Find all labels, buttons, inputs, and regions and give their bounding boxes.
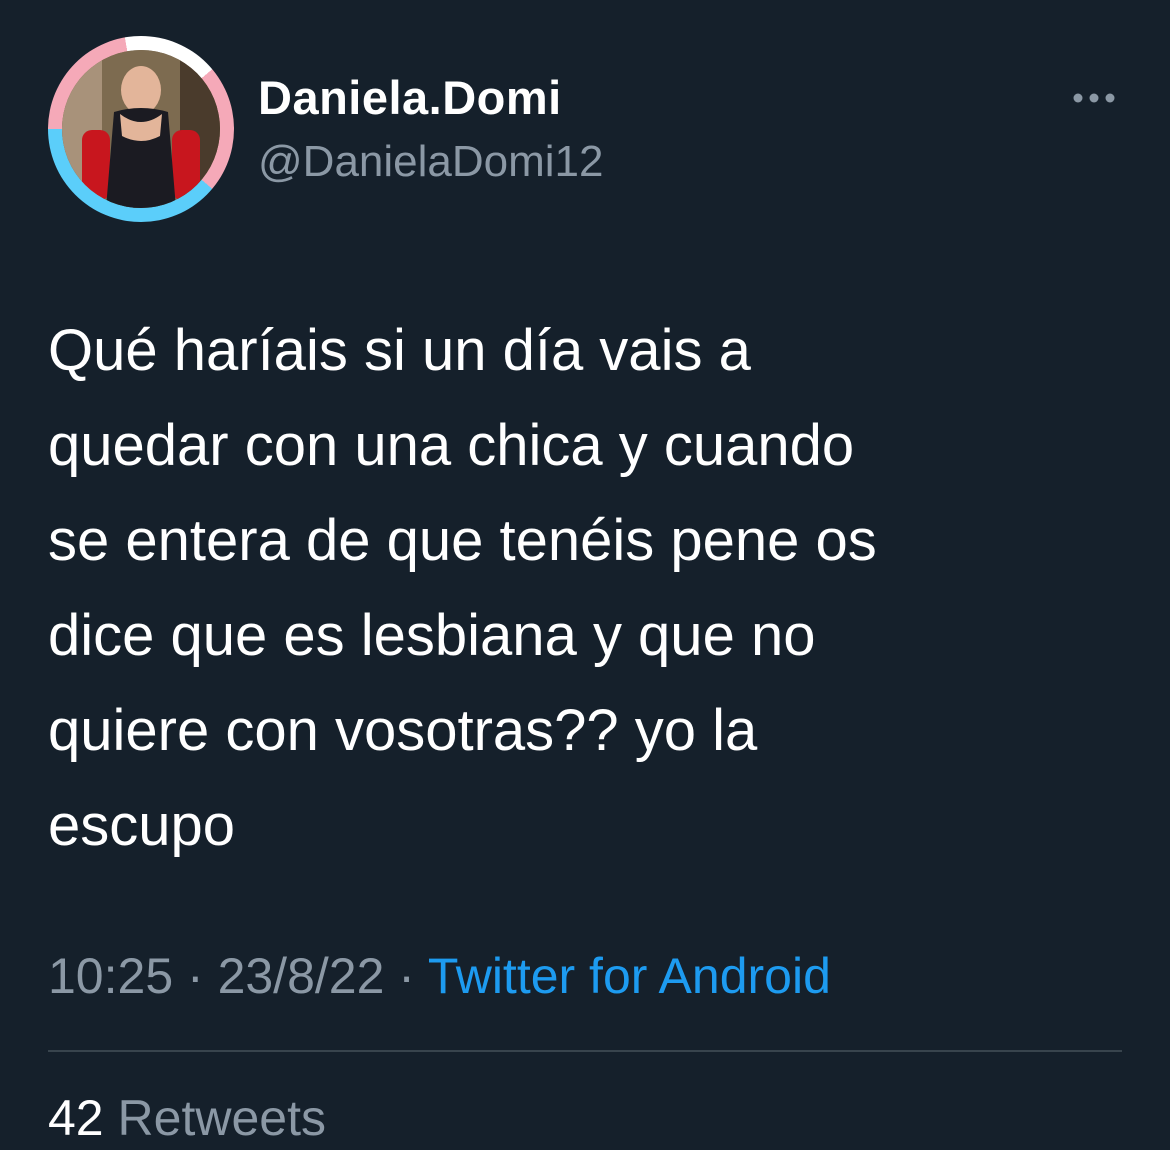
- retweets-label: Retweets: [117, 1090, 326, 1146]
- tweet-detail: Daniela.Domi @DanielaDomi12 Qué haríais …: [0, 0, 1170, 1146]
- user-handle[interactable]: @DanielaDomi12: [258, 134, 604, 190]
- retweets-stat[interactable]: 42 Retweets: [48, 1086, 326, 1150]
- avatar-photo: [62, 50, 220, 208]
- tweet-text: Qué haríais si un día vais a quedar con …: [48, 318, 877, 858]
- tweet-source-link[interactable]: Twitter for Android: [428, 948, 831, 1004]
- meta-separator: ·: [384, 948, 428, 1004]
- meta-separator: ·: [173, 948, 218, 1004]
- retweets-count: 42: [48, 1090, 104, 1146]
- divider: [48, 1050, 1122, 1052]
- tweet-metadata: 10:25 · 23/8/22 · Twitter for Android: [48, 944, 831, 1008]
- tweet-time[interactable]: 10:25: [48, 948, 173, 1004]
- avatar[interactable]: [48, 36, 234, 222]
- more-options-button[interactable]: [1066, 84, 1122, 112]
- display-name[interactable]: Daniela.Domi: [258, 70, 562, 126]
- tweet-date[interactable]: 23/8/22: [218, 948, 385, 1004]
- more-horizontal-icon: [1073, 93, 1115, 103]
